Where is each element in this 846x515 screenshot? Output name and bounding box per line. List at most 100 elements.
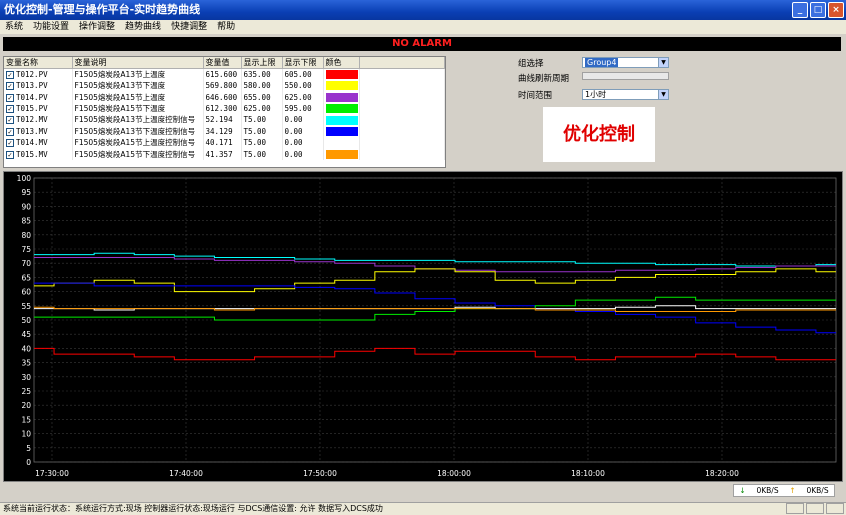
y-tick-label: 25	[21, 387, 31, 396]
table-row[interactable]: ✓ T013.PV F1505熔炭段A13节下温度 569.800 580.00 550.…	[4, 80, 445, 92]
var-hi-text: T5.00	[243, 138, 267, 148]
table-row[interactable]: ✓ T012.PV F1505熔炭段A13节上温度 615.600 635.00 605.…	[4, 68, 445, 80]
group-select-value: Group4	[585, 58, 619, 67]
row-checkbox[interactable]: ✓	[6, 150, 14, 159]
var-desc-text: F1505熔炭段A13节下温度	[74, 81, 166, 91]
y-tick-label: 55	[21, 302, 31, 311]
title-bar: 优化控制-管理与操作平台-实时趋势曲线 _ □ ×	[0, 0, 846, 20]
table-row[interactable]: ✓ T015.MV F1505熔炭段A15节下温度控制信号 41.357 T5.00 0.…	[4, 148, 445, 160]
var-hi-text: 580.00	[243, 81, 271, 91]
refresh-period-label: 曲线刷新周期	[518, 74, 570, 84]
col-header-value[interactable]: 变量值	[203, 57, 242, 69]
col-header-hi[interactable]: 显示上限	[241, 57, 283, 69]
color-swatch[interactable]	[325, 70, 358, 80]
table-row[interactable]: ✓ T013.MV F1505熔炭段A13节下温度控制信号 34.129 T5.00 0.…	[4, 125, 445, 137]
row-checkbox[interactable]: ✓	[6, 71, 14, 79]
download-icon: ↓	[739, 486, 746, 495]
var-color[interactable]	[323, 148, 360, 160]
var-name: ✓ T015.MV	[4, 148, 73, 160]
var-color[interactable]	[323, 80, 360, 92]
refresh-period-slider[interactable]	[582, 72, 669, 80]
var-color[interactable]	[323, 68, 360, 80]
var-value-text: 569.800	[205, 81, 238, 91]
table-row[interactable]: ✓ T015.PV F1505熔炭段A15节下温度 612.300 625.00 595.…	[4, 102, 445, 115]
row-spacer	[359, 80, 445, 92]
group-select[interactable]: Group4 ▼	[582, 57, 669, 68]
maximize-button[interactable]: □	[810, 2, 826, 18]
x-tick-label: 17:50:00	[303, 469, 337, 478]
close-button[interactable]: ×	[828, 2, 844, 18]
var-desc-text: F1505熔炭段A13节下温度控制信号	[74, 126, 196, 136]
optimize-control-button[interactable]: 优化控制	[543, 107, 655, 162]
x-tick-label: 17:30:00	[35, 469, 69, 478]
var-hi-text: 635.00	[243, 70, 271, 79]
color-swatch[interactable]	[325, 149, 358, 159]
menu-function-settings[interactable]: 功能设置	[28, 20, 74, 34]
var-hi-text: 625.00	[243, 103, 271, 113]
var-desc: F1505熔炭段A13节上温度	[72, 68, 204, 80]
var-value: 612.300	[203, 102, 242, 115]
var-lo-text: 550.00	[284, 81, 312, 91]
col-header-desc[interactable]: 变量说明	[72, 57, 204, 69]
var-hi-text: T5.00	[243, 115, 267, 125]
var-value-text: 646.600	[205, 92, 238, 102]
var-lo-text: 0.00	[284, 115, 303, 125]
table-row[interactable]: ✓ T014.MV F1505熔炭段A15节上温度控制信号 40.171 T5.00 0.…	[4, 136, 445, 149]
var-lo-text: 0.00	[284, 138, 303, 148]
table-row[interactable]: ✓ T014.PV F1505熔炭段A15节上温度 646.600 655.00 625.…	[4, 91, 445, 103]
var-value: 40.171	[203, 136, 242, 149]
var-name: ✓ T013.PV	[4, 80, 73, 92]
x-tick-label: 18:00:00	[437, 469, 471, 478]
color-swatch[interactable]	[325, 115, 358, 125]
row-checkbox[interactable]: ✓	[6, 116, 14, 125]
color-swatch[interactable]	[325, 127, 358, 136]
var-lo-text: 595.00	[284, 103, 312, 113]
minimize-button[interactable]: _	[792, 2, 808, 18]
var-color[interactable]	[323, 125, 360, 137]
var-desc: F1505熔炭段A13节上温度控制信号	[72, 114, 204, 126]
var-color[interactable]	[323, 102, 360, 115]
var-value: 41.357	[203, 148, 242, 160]
time-range-select[interactable]: 1小时 ▼	[582, 89, 669, 100]
var-hi: 625.00	[241, 102, 283, 115]
menu-help[interactable]: 帮助	[212, 20, 240, 34]
row-checkbox[interactable]: ✓	[6, 104, 14, 113]
row-checkbox[interactable]: ✓	[6, 139, 14, 148]
menu-system[interactable]: 系统	[0, 20, 28, 34]
row-checkbox[interactable]: ✓	[6, 127, 14, 136]
table-row[interactable]: ✓ T012.MV F1505熔炭段A13节上温度控制信号 52.194 T5.00 0.…	[4, 114, 445, 126]
var-desc-text: F1505熔炭段A15节下温度	[74, 103, 166, 113]
var-color[interactable]	[323, 136, 360, 149]
col-header-name[interactable]: 变量名称	[4, 57, 73, 69]
var-desc: F1505熔炭段A13节下温度	[72, 80, 204, 92]
var-name: ✓ T012.MV	[4, 114, 73, 126]
var-value-text: 612.300	[205, 103, 238, 113]
color-swatch[interactable]	[325, 138, 358, 148]
row-checkbox[interactable]: ✓	[6, 82, 14, 91]
var-name: ✓ T014.PV	[4, 91, 73, 103]
row-checkbox[interactable]: ✓	[6, 93, 14, 102]
menu-quick-adjust[interactable]: 快捷调整	[166, 20, 212, 34]
y-tick-label: 45	[21, 330, 31, 339]
var-hi: 580.00	[241, 80, 283, 92]
var-hi-text: T5.00	[243, 126, 267, 136]
chevron-down-icon: ▼	[658, 58, 668, 67]
color-swatch[interactable]	[325, 104, 358, 114]
col-header-lo[interactable]: 显示下限	[282, 57, 324, 69]
y-tick-label: 70	[21, 259, 31, 268]
color-swatch[interactable]	[325, 81, 358, 91]
status-bar: 系统当前运行状态：系统运行方式:现场 控制器运行状态:现场运行 与DCS通信设置…	[0, 502, 846, 515]
row-spacer	[359, 148, 445, 160]
var-color[interactable]	[323, 114, 360, 126]
col-header-spacer	[359, 57, 445, 69]
var-lo: 0.00	[282, 136, 324, 149]
menu-trend-curve[interactable]: 趋势曲线	[120, 20, 166, 34]
menu-operation-adjust[interactable]: 操作调整	[74, 20, 120, 34]
row-spacer	[359, 68, 445, 80]
var-color[interactable]	[323, 91, 360, 103]
color-swatch[interactable]	[325, 92, 358, 102]
var-value-text: 52.194	[205, 115, 233, 125]
status-cell	[786, 503, 804, 514]
col-header-color[interactable]: 颜色	[323, 57, 360, 69]
trend-chart: 0 5 10 15 20 25 30 35 40 45 50 55 60 65 70 75 80 85 90 95 10…	[3, 171, 843, 482]
